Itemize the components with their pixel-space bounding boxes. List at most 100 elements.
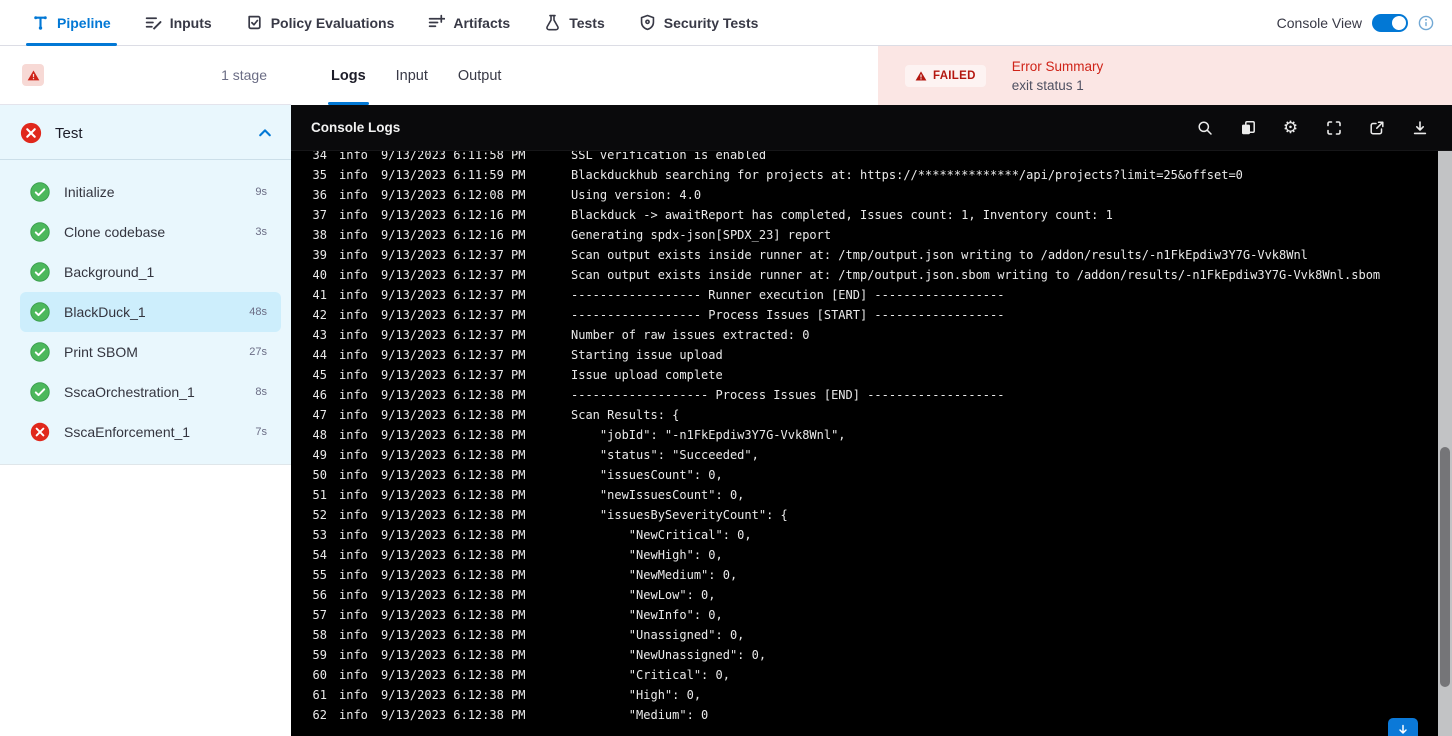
error-summary-message: exit status 1 — [1011, 77, 1084, 93]
log-timestamp: 9/13/2023 6:12:38 PM — [381, 668, 526, 682]
log-level: info — [339, 488, 368, 502]
log-line: 50 info 9/13/2023 6:12:38 PM "issuesCoun… — [303, 465, 1452, 485]
search-icon[interactable] — [1196, 119, 1213, 136]
scrollbar-thumb[interactable] — [1440, 447, 1450, 687]
console-scrollbar[interactable] — [1438, 151, 1452, 736]
line-number: 62 — [312, 708, 327, 722]
log-message: "newIssuesCount": 0, — [571, 488, 745, 502]
copy-icon[interactable] — [1239, 119, 1256, 136]
log-timestamp: 9/13/2023 6:12:38 PM — [381, 588, 526, 602]
tab-logs[interactable]: Logs — [328, 46, 369, 105]
step-row-print-sbom[interactable]: Print SBOM 27s — [20, 332, 281, 372]
log-message: Generating spdx-json[SPDX_23] report — [571, 228, 832, 242]
download-icon[interactable] — [1411, 119, 1428, 136]
tab-input[interactable]: Input — [396, 46, 428, 105]
error-summary: FAILED Error Summary exit status 1 — [878, 46, 1452, 105]
fullscreen-icon[interactable] — [1325, 119, 1342, 136]
log-timestamp: 9/13/2023 6:12:38 PM — [381, 468, 526, 482]
log-line: 61 info 9/13/2023 6:12:38 PM "High": 0, — [303, 685, 1452, 705]
log-level: info — [339, 448, 368, 462]
log-line: 53 info 9/13/2023 6:12:38 PM "NewCritica… — [303, 525, 1452, 545]
stage-count: 1 stage — [221, 67, 267, 83]
main-header: Logs Input Output FAILED Error Summary exi… — [291, 46, 1452, 105]
line-number: 61 — [312, 688, 327, 702]
line-number: 53 — [312, 528, 327, 542]
nav-tab-security-tests[interactable]: Security Tests — [639, 0, 758, 45]
log-timestamp: 9/13/2023 6:12:38 PM — [381, 708, 526, 722]
log-line: 37 info 9/13/2023 6:12:16 PM Blackduck -… — [303, 205, 1452, 225]
step-row-background-1[interactable]: Background_1 — [20, 252, 281, 292]
line-number: 38 — [312, 228, 327, 242]
chevron-up-icon[interactable] — [257, 125, 273, 141]
external-link-icon[interactable] — [1368, 119, 1385, 136]
success-check-icon — [30, 222, 50, 242]
stage-panel: Test Initialize 9s Clone codebase 3s Bac… — [0, 105, 291, 465]
log-timestamp: 9/13/2023 6:12:16 PM — [381, 208, 526, 222]
line-number: 47 — [312, 408, 327, 422]
log-level: info — [339, 468, 368, 482]
scroll-to-bottom-button[interactable] — [1388, 718, 1418, 736]
stage-row-test[interactable]: Test — [0, 105, 291, 159]
log-level: info — [339, 268, 368, 282]
line-number: 48 — [312, 428, 327, 442]
log-level: info — [339, 151, 368, 162]
stage-name: Test — [55, 124, 83, 142]
log-message: ------------------ Runner execution [END… — [571, 288, 1005, 302]
log-timestamp: 9/13/2023 6:12:38 PM — [381, 628, 526, 642]
log-timestamp: 9/13/2023 6:12:38 PM — [381, 548, 526, 562]
step-row-clone-codebase[interactable]: Clone codebase 3s — [20, 212, 281, 252]
success-check-icon — [30, 342, 50, 362]
success-check-icon — [30, 182, 50, 202]
log-level: info — [339, 308, 368, 322]
line-number: 54 — [312, 548, 327, 562]
tab-output[interactable]: Output — [458, 46, 502, 105]
nav-tab-artifacts[interactable]: Artifacts — [428, 0, 510, 45]
execution-sidebar: 1 stage Test Initialize 9s Clone codebas… — [0, 46, 291, 736]
log-message: Issue upload complete — [571, 368, 723, 382]
log-level: info — [339, 348, 368, 362]
failed-x-icon — [30, 422, 50, 442]
log-level: info — [339, 168, 368, 182]
tests-icon — [544, 14, 561, 31]
log-timestamp: 9/13/2023 6:12:37 PM — [381, 328, 526, 342]
log-timestamp: 9/13/2023 6:12:37 PM — [381, 348, 526, 362]
console-header: Console Logs ⚙ — [291, 105, 1452, 151]
log-message: "NewInfo": 0, — [571, 608, 723, 622]
error-summary-title: Error Summary — [1011, 58, 1104, 74]
log-line: 45 info 9/13/2023 6:12:37 PM Issue uploa… — [303, 365, 1452, 385]
log-level: info — [339, 648, 368, 662]
log-message: Using version: 4.0 — [571, 188, 702, 202]
log-message: "Critical": 0, — [571, 668, 730, 682]
info-icon[interactable] — [1418, 15, 1434, 31]
log-level: info — [339, 668, 368, 682]
log-line: 54 info 9/13/2023 6:12:38 PM "NewHigh": … — [303, 545, 1452, 565]
console-view-toggle[interactable] — [1372, 13, 1408, 32]
log-message: SSL verification is enabled — [571, 151, 767, 162]
line-number: 42 — [312, 308, 327, 322]
settings-icon[interactable]: ⚙ — [1282, 119, 1299, 136]
log-timestamp: 9/13/2023 6:12:38 PM — [381, 608, 526, 622]
step-row-initialize[interactable]: Initialize 9s — [20, 172, 281, 212]
line-number: 51 — [312, 488, 327, 502]
step-row-blackduck-1[interactable]: BlackDuck_1 48s — [20, 292, 281, 332]
nav-tab-tests[interactable]: Tests — [544, 0, 605, 45]
failed-badge-label: FAILED — [933, 69, 976, 82]
line-number: 57 — [312, 608, 327, 622]
line-number: 46 — [312, 388, 327, 402]
log-level: info — [339, 528, 368, 542]
step-row-sscaenforcement-1[interactable]: SscaEnforcement_1 7s — [20, 412, 281, 452]
nav-tab-policy-evaluations[interactable]: Policy Evaluations — [246, 0, 394, 45]
log-tabbar: Logs Input Output — [291, 46, 878, 105]
divider — [0, 159, 291, 160]
log-line: 40 info 9/13/2023 6:12:37 PM Scan output… — [303, 265, 1452, 285]
log-line: 59 info 9/13/2023 6:12:38 PM "NewUnassig… — [303, 645, 1452, 665]
log-line: 49 info 9/13/2023 6:12:38 PM "status": "… — [303, 445, 1452, 465]
step-row-sscaorchestration-1[interactable]: SscaOrchestration_1 8s — [20, 372, 281, 412]
log-line: 60 info 9/13/2023 6:12:38 PM "Critical":… — [303, 665, 1452, 685]
log-timestamp: 9/13/2023 6:12:37 PM — [381, 288, 526, 302]
log-timestamp: 9/13/2023 6:12:16 PM — [381, 228, 526, 242]
nav-tab-inputs[interactable]: Inputs — [145, 0, 212, 45]
log-timestamp: 9/13/2023 6:12:38 PM — [381, 528, 526, 542]
nav-tab-pipeline[interactable]: Pipeline — [26, 0, 117, 46]
log-line: 42 info 9/13/2023 6:12:37 PM -----------… — [303, 305, 1452, 325]
